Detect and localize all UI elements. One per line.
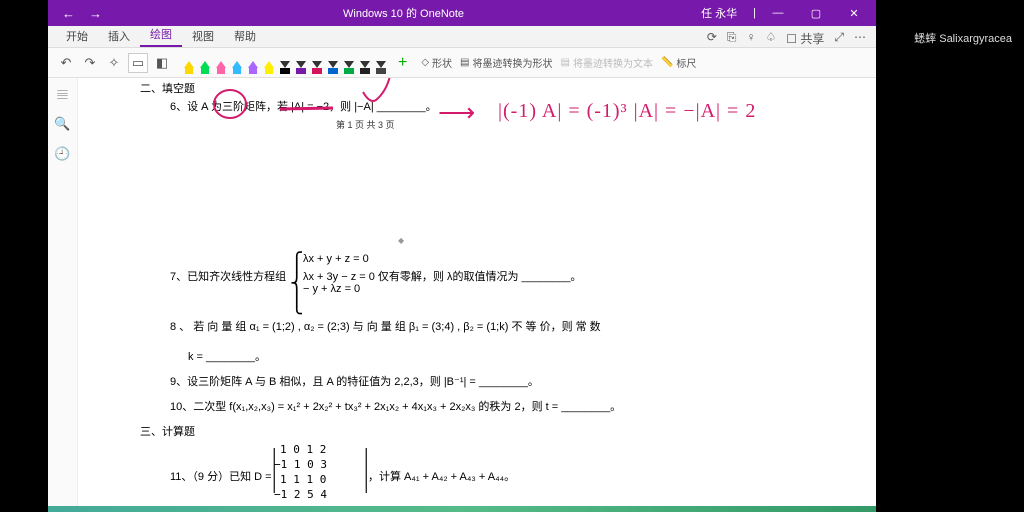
pen-222[interactable] [358, 52, 372, 74]
divider: | [753, 7, 756, 19]
ink-arrow: ⟶ [438, 98, 475, 128]
more-icon[interactable]: ⋯ [854, 30, 866, 47]
forward-arrow-icon[interactable]: → [89, 6, 102, 21]
undo-icon[interactable]: ↶ [56, 53, 76, 73]
cursor-caret: ◆ [398, 236, 404, 245]
bell-icon[interactable]: ♤ [766, 30, 777, 47]
q8-k: k = ________。 [188, 348, 266, 364]
shapes-button[interactable]: ◇ 形状 [421, 55, 452, 70]
fullscreen-icon[interactable]: ⤢ [834, 30, 844, 47]
sync-icon[interactable]: ⟳ [707, 30, 717, 47]
q9-text: 9、设三阶矩阵 A 与 B 相似，且 A 的特征值为 2,2,3，则 |B⁻¹|… [170, 373, 539, 389]
pen-00aa44[interactable] [342, 52, 356, 74]
pen-7719aa[interactable] [294, 52, 308, 74]
pen-444[interactable] [374, 52, 388, 74]
q11-tail: ，计算 A₄₁ + A₄₂ + A₄₃ + A₄₄。 [368, 468, 515, 484]
ribbon: ↶ ↷ ✧ ▭ ◧ + ◇ 形状 ▤ 将墨迹转换为形状 ▤ 将墨迹转换为文本 📏… [48, 48, 876, 78]
page-icon[interactable]: ⎘ [727, 30, 737, 47]
tab-home[interactable]: 开始 [56, 25, 98, 47]
q11-m2: −1 1 0 3 [274, 458, 327, 471]
q11-text: 11、（9 分）已知 D = [170, 468, 272, 484]
window-title: Windows 10 的 OneNote [116, 5, 691, 21]
q7-sys1: λx + y + z = 0 [303, 253, 369, 265]
page-footer: 第 1 页 共 3 页 [336, 118, 395, 131]
redo-icon[interactable]: ↷ [80, 53, 100, 73]
pen-0066cc[interactable] [326, 52, 340, 74]
tab-draw[interactable]: 绘图 [140, 23, 182, 47]
watermark: 蟋蟀 Salixargyracea [914, 30, 1012, 46]
close-button[interactable]: ✕ [838, 0, 870, 26]
q7-sys2: λx + 3y − z = 0 仅有零解，则 λ的取值情况为 ________。 [303, 268, 581, 284]
det-left: | [272, 440, 276, 495]
pen-ffd700[interactable] [182, 52, 196, 74]
eraser-icon[interactable]: ◧ [152, 53, 172, 73]
pen-ff66aa[interactable] [214, 52, 228, 74]
q11-m4: −1 2 5 4 [274, 488, 327, 501]
q11-m1: 1 0 1 2 [280, 443, 326, 456]
pen-000[interactable] [278, 52, 292, 74]
share-button[interactable]: ☐ 共享 [786, 30, 824, 47]
pen-gallery [182, 52, 388, 74]
tab-insert[interactable]: 插入 [98, 25, 140, 47]
q11-m3: 1 1 1 0 [280, 473, 326, 486]
q7-sys3: − y + λz = 0 [303, 283, 360, 295]
back-arrow-icon[interactable]: ← [62, 6, 75, 21]
q8-text: 8 、 若 向 量 组 α₁ = (1;2) , α₂ = (2;3) 与 向 … [170, 318, 601, 334]
tab-view[interactable]: 视图 [182, 25, 224, 47]
ink-to-text-button: ▤ 将墨迹转换为文本 [561, 55, 653, 70]
q7-text: 7、已知齐次线性方程组 [170, 268, 286, 284]
recent-icon[interactable]: 🕘 [54, 146, 70, 162]
q6-text: 6、设 A 为三阶矩阵，若 |A| = −2，则 |−A| ________。 [170, 98, 437, 114]
library-icon[interactable]: 𝄙 [57, 86, 67, 102]
maximize-button[interactable]: ▢ [800, 0, 832, 26]
section-heading: 二、填空题 [140, 80, 195, 96]
add-pen-button[interactable]: + [398, 54, 407, 72]
ink-to-shape-button[interactable]: ▤ 将墨迹转换为形状 [460, 55, 552, 70]
pen-00dd55[interactable] [198, 52, 212, 74]
user-name[interactable]: 任 永华 [691, 5, 747, 21]
bulb-icon[interactable]: ♀ [747, 30, 756, 47]
brace-icon: ⎧⎨⎩ [290, 252, 304, 315]
left-sidebar: 𝄙 🔍 🕘 [48, 78, 78, 512]
q10-text: 10、二次型 f(x₁,x₂,x₃) = x₁² + 2x₂² + tx₃² +… [170, 398, 621, 414]
taskbar-strip [48, 506, 876, 512]
minimize-button[interactable]: — [762, 0, 794, 26]
ribbon-tabs: 开始 插入 绘图 视图 帮助 ⟳ ⎘ ♀ ♤ ☐ 共享 ⤢ ⋯ [48, 26, 876, 48]
section-calc: 三、计算题 [140, 423, 195, 439]
pen-ffee00[interactable] [262, 52, 276, 74]
search-icon[interactable]: 🔍 [54, 116, 70, 132]
page-canvas[interactable]: 二、填空题 6、设 A 为三阶矩阵，若 |A| = −2，则 |−A| ____… [78, 78, 876, 512]
tab-help[interactable]: 帮助 [224, 25, 266, 47]
lasso-icon[interactable]: ✧ [104, 53, 124, 73]
pen-d4145a[interactable] [310, 52, 324, 74]
pen-aa66ff[interactable] [246, 52, 260, 74]
ruler-button[interactable]: 📏 标尺 [661, 55, 696, 70]
ink-equation: |(-1) A| = (-1)³ |A| = −|A| = 2 [498, 100, 756, 123]
cursor-icon[interactable]: ▭ [128, 53, 148, 73]
pen-33bbff[interactable] [230, 52, 244, 74]
